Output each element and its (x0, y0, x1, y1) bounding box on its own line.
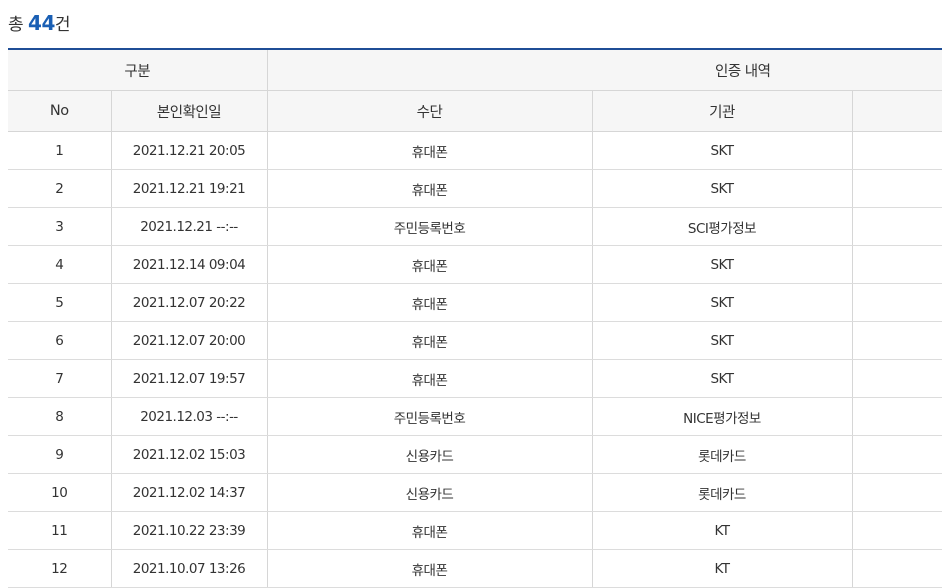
cell-empty (851, 169, 942, 208)
cell-empty (851, 473, 942, 512)
table-row: 10 2021.12.02 14:37 신용카드 롯데카드 (8, 473, 942, 512)
cell-no: 11 (8, 511, 111, 550)
column-header-date: 본인확인일 (110, 90, 267, 132)
cell-agency: SKT (591, 245, 852, 284)
column-header-no: No (8, 90, 111, 132)
table-row: 6 2021.12.07 20:00 휴대폰 SKT (8, 321, 942, 360)
cell-date: 2021.10.22 23:39 (110, 511, 267, 550)
cell-no: 10 (8, 473, 111, 512)
cell-method: 휴대폰 (266, 511, 592, 550)
cell-empty (851, 511, 942, 550)
cell-method: 휴대폰 (266, 169, 592, 208)
table-column-header-row: No 본인확인일 수단 기관 (8, 90, 942, 132)
group-header-auth-history: 인증 내역 (266, 48, 942, 91)
table-row: 11 2021.10.22 23:39 휴대폰 KT (8, 511, 942, 550)
cell-method: 휴대폰 (266, 321, 592, 360)
table-row: 1 2021.12.21 20:05 휴대폰 SKT (8, 131, 942, 170)
cell-agency: SKT (591, 359, 852, 398)
cell-method: 휴대폰 (266, 549, 592, 588)
cell-no: 2 (8, 169, 111, 208)
group-header-auth-history-label: 인증 내역 (715, 63, 771, 80)
cell-no: 12 (8, 549, 111, 588)
cell-date: 2021.12.02 15:03 (110, 435, 267, 474)
cell-empty (851, 549, 942, 588)
cell-date: 2021.12.21 --:-- (110, 207, 267, 246)
table-group-header-row: 구분 인증 내역 (8, 48, 942, 91)
cell-agency: KT (591, 511, 852, 550)
cell-agency: SKT (591, 321, 852, 360)
cell-method: 휴대폰 (266, 245, 592, 284)
cell-no: 4 (8, 245, 111, 284)
cell-method: 휴대폰 (266, 359, 592, 398)
group-header-category: 구분 (8, 48, 267, 91)
table-row: 9 2021.12.02 15:03 신용카드 롯데카드 (8, 435, 942, 474)
table-row: 8 2021.12.03 --:-- 주민등록번호 NICE평가정보 (8, 397, 942, 436)
cell-agency: KT (591, 549, 852, 588)
cell-date: 2021.12.07 20:22 (110, 283, 267, 322)
table-row: 4 2021.12.14 09:04 휴대폰 SKT (8, 245, 942, 284)
cell-no: 8 (8, 397, 111, 436)
table-row: 3 2021.12.21 --:-- 주민등록번호 SCI평가정보 (8, 207, 942, 246)
cell-agency: SCI평가정보 (591, 207, 852, 246)
total-count-prefix: 총 (8, 15, 24, 35)
cell-agency: 롯데카드 (591, 435, 852, 474)
cell-empty (851, 245, 942, 284)
cell-date: 2021.12.07 20:00 (110, 321, 267, 360)
total-count-suffix: 건 (54, 15, 71, 35)
cell-no: 1 (8, 131, 111, 170)
column-header-method: 수단 (266, 90, 592, 132)
cell-no: 3 (8, 207, 111, 246)
cell-no: 7 (8, 359, 111, 398)
cell-agency: SKT (591, 169, 852, 208)
column-header-empty (851, 90, 942, 132)
auth-history-table: 구분 인증 내역 No 본인확인일 수단 기관 1 2021.12.21 20:0… (8, 48, 942, 588)
cell-date: 2021.12.02 14:37 (110, 473, 267, 512)
table-row: 2 2021.12.21 19:21 휴대폰 SKT (8, 169, 942, 208)
cell-method: 신용카드 (266, 473, 592, 512)
cell-no: 6 (8, 321, 111, 360)
table-row: 12 2021.10.07 13:26 휴대폰 KT (8, 549, 942, 588)
cell-agency: SKT (591, 131, 852, 170)
total-count-number: 44 (28, 11, 55, 35)
cell-empty (851, 131, 942, 170)
cell-method: 신용카드 (266, 435, 592, 474)
cell-agency: SKT (591, 283, 852, 322)
cell-method: 주민등록번호 (266, 397, 592, 436)
cell-method: 휴대폰 (266, 283, 592, 322)
table-row: 5 2021.12.07 20:22 휴대폰 SKT (8, 283, 942, 322)
cell-empty (851, 435, 942, 474)
table-body: 1 2021.12.21 20:05 휴대폰 SKT 2 2021.12.21 19:21… (8, 131, 942, 588)
cell-date: 2021.12.03 --:-- (110, 397, 267, 436)
cell-date: 2021.12.21 19:21 (110, 169, 267, 208)
cell-empty (851, 397, 942, 436)
cell-empty (851, 207, 942, 246)
cell-empty (851, 321, 942, 360)
cell-agency: NICE평가정보 (591, 397, 852, 436)
cell-no: 5 (8, 283, 111, 322)
cell-empty (851, 283, 942, 322)
cell-agency: 롯데카드 (591, 473, 852, 512)
cell-date: 2021.12.14 09:04 (110, 245, 267, 284)
cell-empty (851, 359, 942, 398)
cell-date: 2021.10.07 13:26 (110, 549, 267, 588)
cell-method: 휴대폰 (266, 131, 592, 170)
total-count: 총 44건 (8, 10, 71, 35)
column-header-agency: 기관 (591, 90, 852, 132)
cell-date: 2021.12.21 20:05 (110, 131, 267, 170)
cell-method: 주민등록번호 (266, 207, 592, 246)
table-row: 7 2021.12.07 19:57 휴대폰 SKT (8, 359, 942, 398)
cell-no: 9 (8, 435, 111, 474)
cell-date: 2021.12.07 19:57 (110, 359, 267, 398)
